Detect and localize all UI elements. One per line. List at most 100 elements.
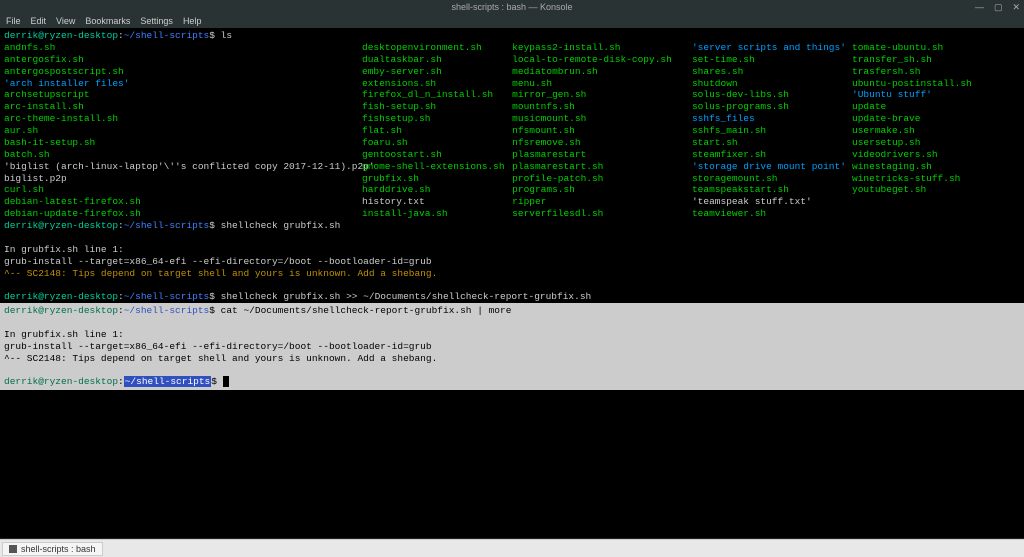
menubar: File Edit View Bookmarks Settings Help xyxy=(0,14,1024,28)
ls-entry: programs.sh xyxy=(512,184,692,196)
terminal-icon xyxy=(9,545,17,553)
taskbar[interactable]: shell-scripts : bash xyxy=(0,539,1024,557)
ls-entry: start.sh xyxy=(692,137,852,149)
ls-entry: shutdown xyxy=(692,78,852,90)
prompt-line: derrik@ryzen-desktop:~/shell-scripts$ ca… xyxy=(4,305,1020,317)
ls-entry: serverfilesdl.sh xyxy=(512,208,692,220)
prompt-line: derrik@ryzen-desktop:~/shell-scripts$ ls xyxy=(4,30,1020,42)
ls-output: andnfs.shantergosfix.shantergospostscrip… xyxy=(4,42,1020,220)
ls-entry: update xyxy=(852,101,1020,113)
ls-entry: 'biglist (arch-linux-laptop'\''s conflic… xyxy=(4,161,362,173)
menu-edit[interactable]: Edit xyxy=(31,16,47,26)
ls-entry: debian-update-firefox.sh xyxy=(4,208,362,220)
window-close-icon[interactable]: ✕ xyxy=(1012,2,1020,13)
ls-entry: menu.sh xyxy=(512,78,692,90)
ls-entry: debian-latest-firefox.sh xyxy=(4,196,362,208)
prompt-line: derrik@ryzen-desktop:~/shell-scripts$ sh… xyxy=(4,220,1020,232)
cursor-icon xyxy=(223,376,229,387)
ls-entry: youtubeget.sh xyxy=(852,184,1020,196)
ls-entry: 'storage drive mount point' xyxy=(692,161,852,173)
ls-entry: ripper xyxy=(512,196,692,208)
ls-entry: biglist.p2p xyxy=(4,173,362,185)
ps1-user: derrik@ryzen-desktop xyxy=(4,30,118,41)
ls-entry: dualtaskbar.sh xyxy=(362,54,512,66)
ls-entry: teamspeakstart.sh xyxy=(692,184,852,196)
ls-entry: tomate-ubuntu.sh xyxy=(852,42,1020,54)
shellcheck-line2: grub-install --target=x86_64-efi --efi-d… xyxy=(4,256,1020,268)
ls-entry: sshfs_main.sh xyxy=(692,125,852,137)
command-shellcheck-redirect: shellcheck grubfix.sh >> ~/Documents/she… xyxy=(221,291,592,302)
window-minimize-icon[interactable]: — xyxy=(975,2,984,12)
ls-entry: extensions.sh xyxy=(362,78,512,90)
shellcheck-line2: grub-install --target=x86_64-efi --efi-d… xyxy=(4,341,1020,353)
ls-entry: profile-patch.sh xyxy=(512,173,692,185)
menu-help[interactable]: Help xyxy=(183,16,202,26)
shellcheck-warning: ^-- SC2148: Tips depend on target shell … xyxy=(4,353,1020,365)
ls-entry: mirror_gen.sh xyxy=(512,89,692,101)
menu-file[interactable]: File xyxy=(6,16,21,26)
ps1-path: ~/shell-scripts xyxy=(124,30,210,41)
selection-block: derrik@ryzen-desktop:~/shell-scripts$ ca… xyxy=(0,303,1024,390)
command-shellcheck: shellcheck grubfix.sh xyxy=(221,220,341,231)
ls-entry: antergospostscript.sh xyxy=(4,66,362,78)
window-controls: — ▢ ✕ xyxy=(975,0,1020,14)
ls-entry: emby-server.sh xyxy=(362,66,512,78)
menu-settings[interactable]: Settings xyxy=(140,16,173,26)
window-titlebar[interactable]: shell-scripts : bash — Konsole — ▢ ✕ xyxy=(0,0,1024,14)
ls-entry: sshfs_files xyxy=(692,113,852,125)
ls-entry: plasmarestart xyxy=(512,149,692,161)
ls-entry: shares.sh xyxy=(692,66,852,78)
command-ls: ls xyxy=(221,30,232,41)
menu-view[interactable]: View xyxy=(56,16,75,26)
ls-entry: nfsmount.sh xyxy=(512,125,692,137)
ls-entry: arc-install.sh xyxy=(4,101,362,113)
shellcheck-warning: ^-- SC2148: Tips depend on target shell … xyxy=(4,268,1020,280)
prompt-line-active: derrik@ryzen-desktop:~/shell-scripts$ xyxy=(4,376,1020,388)
ls-entry: curl.sh xyxy=(4,184,362,196)
ls-entry: nfsremove.sh xyxy=(512,137,692,149)
ls-entry: storagemount.sh xyxy=(692,173,852,185)
ls-entry: archsetupscript xyxy=(4,89,362,101)
ls-entry: usermake.sh xyxy=(852,125,1020,137)
ls-entry: usersetup.sh xyxy=(852,137,1020,149)
ls-entry: aur.sh xyxy=(4,125,362,137)
ls-entry: bash-it-setup.sh xyxy=(4,137,362,149)
taskbar-item-konsole[interactable]: shell-scripts : bash xyxy=(2,542,103,556)
ls-entry: 'arch installer files' xyxy=(4,78,362,90)
ls-entry: set-time.sh xyxy=(692,54,852,66)
ls-entry: 'server scripts and things' xyxy=(692,42,852,54)
ls-entry: gnome-shell-extensions.sh xyxy=(362,161,512,173)
ls-entry: harddrive.sh xyxy=(362,184,512,196)
ls-entry: winestaging.sh xyxy=(852,161,1020,173)
ls-entry: grubfix.sh xyxy=(362,173,512,185)
ls-entry: local-to-remote-disk-copy.sh xyxy=(512,54,692,66)
window-title: shell-scripts : bash — Konsole xyxy=(451,2,572,12)
ls-entry: musicmount.sh xyxy=(512,113,692,125)
ls-entry: teamviewer.sh xyxy=(692,208,852,220)
shellcheck-line1: In grubfix.sh line 1: xyxy=(4,329,1020,341)
ls-entry: ubuntu-postinstall.sh xyxy=(852,78,1020,90)
ls-entry: antergosfix.sh xyxy=(4,54,362,66)
ls-entry: mountnfs.sh xyxy=(512,101,692,113)
ls-entry: plasmarestart.sh xyxy=(512,161,692,173)
ps1-dollar: $ xyxy=(209,30,215,41)
shellcheck-line1: In grubfix.sh line 1: xyxy=(4,244,1020,256)
command-cat-more: cat ~/Documents/shellcheck-report-grubfi… xyxy=(221,305,512,316)
ls-entry: fish-setup.sh xyxy=(362,101,512,113)
prompt-line: derrik@ryzen-desktop:~/shell-scripts$ sh… xyxy=(4,291,1020,303)
ls-entry: videodrivers.sh xyxy=(852,149,1020,161)
terminal-viewport[interactable]: derrik@ryzen-desktop:~/shell-scripts$ ls… xyxy=(0,28,1024,538)
ps1-path-selected: ~/shell-scripts xyxy=(124,376,212,387)
ls-entry: history.txt xyxy=(362,196,512,208)
ls-entry: steamfixer.sh xyxy=(692,149,852,161)
ls-entry: solus-dev-libs.sh xyxy=(692,89,852,101)
ls-entry: andnfs.sh xyxy=(4,42,362,54)
ls-entry: 'teamspeak stuff.txt' xyxy=(692,196,852,208)
taskbar-item-label: shell-scripts : bash xyxy=(21,544,96,554)
ls-entry: desktopenvironment.sh xyxy=(362,42,512,54)
ls-entry: fishsetup.sh xyxy=(362,113,512,125)
ls-entry: flat.sh xyxy=(362,125,512,137)
window-maximize-icon[interactable]: ▢ xyxy=(994,2,1003,13)
ls-entry: 'Ubuntu stuff' xyxy=(852,89,1020,101)
menu-bookmarks[interactable]: Bookmarks xyxy=(85,16,130,26)
